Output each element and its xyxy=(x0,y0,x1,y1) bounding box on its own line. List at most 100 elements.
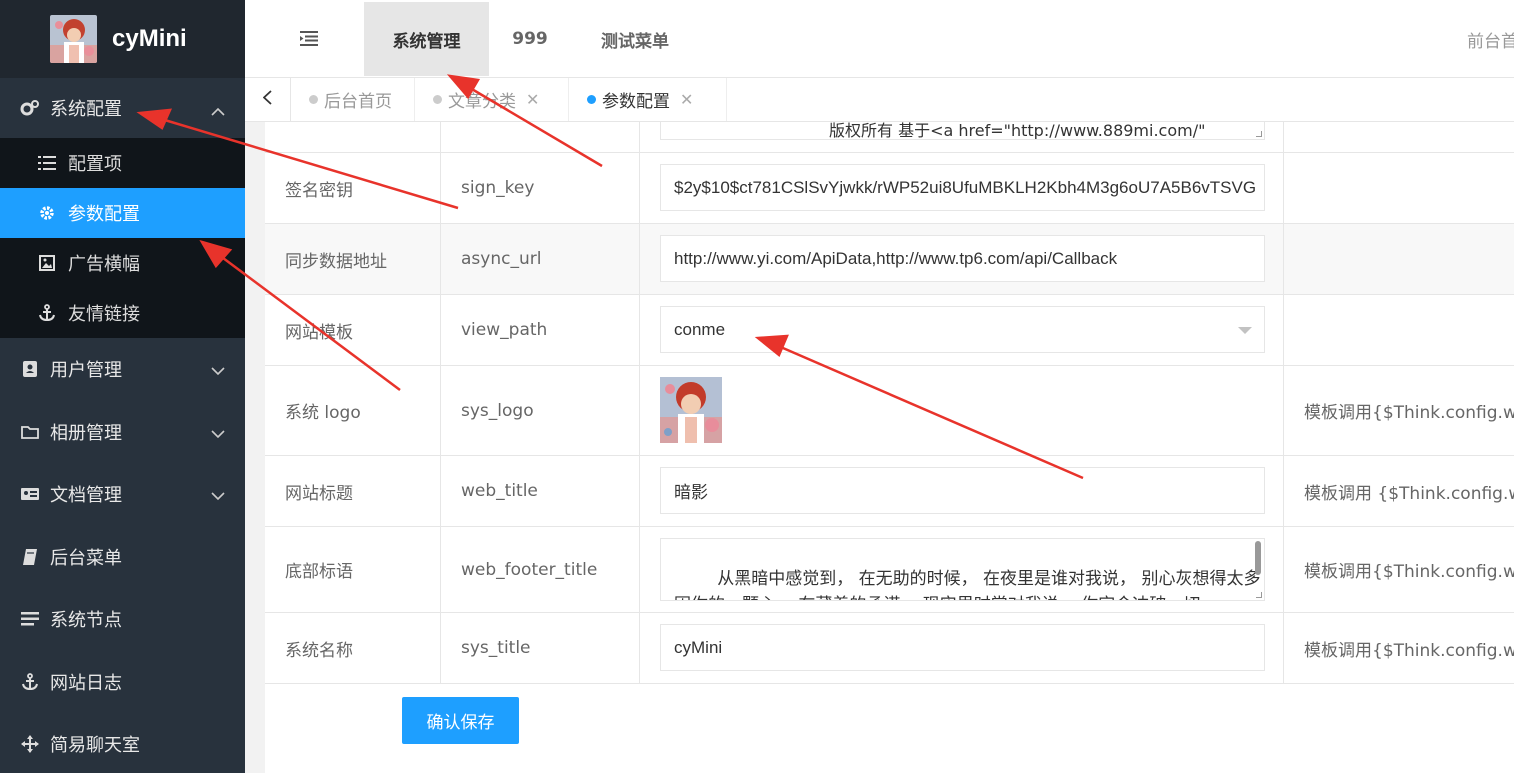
dropdown-caret-icon xyxy=(1238,327,1252,334)
gear-icon xyxy=(38,204,56,222)
sign-key-input[interactable]: $2y$10$ct781CSlSvYjwkk/rWP52ui8UfuMBKLH2… xyxy=(660,164,1265,211)
copyright-text: 版权所有 基于<a href="http://www.889mi.com/" xyxy=(829,122,1206,140)
table-row: 系统 logo sys_logo 模板调用{$Think.config.web xyxy=(265,366,1514,456)
tab-dot-icon xyxy=(587,95,596,104)
sidebar-item-label: 配置项 xyxy=(68,154,122,175)
sys-logo-image[interactable] xyxy=(660,377,722,443)
sidebar-item-label: 广告横幅 xyxy=(68,254,140,275)
page-tab-label: 文章分类 xyxy=(448,92,516,112)
config-key: sys_title xyxy=(441,613,640,683)
sidebar: cyMini 系统配置 配置项 参数配置 广告横幅 友情链接 用户管理 相册管理… xyxy=(0,0,245,773)
close-icon[interactable]: ✕ xyxy=(680,90,693,109)
sidebar-group-label: 网站日志 xyxy=(50,672,122,694)
async-url-input[interactable]: http://www.yi.com/ApiData,http://www.tp6… xyxy=(660,235,1265,282)
brand-logo-image xyxy=(50,15,97,63)
config-key: web_title xyxy=(441,456,640,526)
page-tab-home[interactable]: 后台首页 xyxy=(291,78,415,121)
config-key: view_path xyxy=(441,295,640,365)
anchor-icon xyxy=(20,672,40,692)
table-row: 底部标语 web_footer_title 从黑暗中感觉到， 在无助的时候， 在… xyxy=(265,527,1514,613)
config-name: 底部标语 xyxy=(265,527,441,612)
sidebar-group-label: 后台菜单 xyxy=(50,547,122,569)
list-icon xyxy=(20,609,40,629)
brand-name: cyMini xyxy=(112,25,187,52)
sidebar-submenu: 配置项 参数配置 广告横幅 友情链接 xyxy=(0,138,245,338)
frontend-home-link[interactable]: 前台首 xyxy=(1467,27,1514,52)
config-name: 同步数据地址 xyxy=(265,224,441,294)
config-name: 系统名称 xyxy=(265,613,441,683)
sidebar-item-ad-banner[interactable]: 广告横幅 xyxy=(0,238,245,288)
config-name: 网站模板 xyxy=(265,295,441,365)
config-note: 模板调用{$Think.config.web xyxy=(1304,640,1514,661)
config-note: 模板调用 {$Think.config.we xyxy=(1304,483,1514,504)
menu-toggle-icon[interactable] xyxy=(300,30,318,46)
table-row: 版权所有 基于<a href="http://www.889mi.com/" xyxy=(265,122,1514,153)
address-book-icon xyxy=(20,359,40,379)
gears-icon xyxy=(20,98,40,118)
anchor-icon xyxy=(38,304,56,322)
chevron-left-icon xyxy=(262,90,272,109)
sidebar-group-admin-menu[interactable]: 后台菜单 xyxy=(0,526,245,589)
sidebar-group-label: 文档管理 xyxy=(50,485,122,507)
sidebar-group-label: 系统节点 xyxy=(50,610,122,632)
view-path-selected: conme xyxy=(674,319,726,339)
resize-handle[interactable] xyxy=(1256,131,1262,137)
tab-dot-icon xyxy=(433,95,442,104)
sidebar-group-label: 系统配置 xyxy=(50,99,122,120)
header-tab-test-menu[interactable]: 测试菜单 xyxy=(580,2,690,76)
sidebar-group-doc-management[interactable]: 文档管理 xyxy=(0,463,245,526)
config-name: 系统 logo xyxy=(265,366,441,455)
resize-handle[interactable] xyxy=(1256,592,1262,598)
page-tab-param-config[interactable]: 参数配置 ✕ xyxy=(569,78,727,121)
move-icon xyxy=(20,734,40,754)
tab-dot-icon xyxy=(309,95,318,104)
table-row: 网站标题 web_title 暗影 模板调用 {$Think.config.we xyxy=(265,456,1514,527)
sidebar-group-system-config[interactable]: 系统配置 xyxy=(0,78,245,138)
book-icon xyxy=(20,547,40,567)
table-row: 同步数据地址 async_url http://www.yi.com/ApiDa… xyxy=(265,224,1514,295)
textarea-scrollbar[interactable] xyxy=(1255,541,1261,575)
table-row: 签名密钥 sign_key $2y$10$ct781CSlSvYjwkk/rWP… xyxy=(265,153,1514,224)
page-tab-article-category[interactable]: 文章分类 ✕ xyxy=(415,78,569,121)
sidebar-group-album-management[interactable]: 相册管理 xyxy=(0,401,245,464)
chevron-down-icon xyxy=(211,360,225,381)
header-tab-system-management[interactable]: 系统管理 xyxy=(364,2,489,76)
sidebar-group-label: 用户管理 xyxy=(50,360,122,382)
config-name: 签名密钥 xyxy=(265,153,441,223)
web-title-input[interactable]: 暗影 xyxy=(660,467,1265,514)
sidebar-group-system-nodes[interactable]: 系统节点 xyxy=(0,588,245,651)
footer-title-textarea[interactable]: 从黑暗中感觉到， 在无助的时候， 在夜里是谁对我说， 别心灰想得太多 全 因你的… xyxy=(660,538,1265,601)
config-note xyxy=(1284,295,1514,365)
config-table: 版权所有 基于<a href="http://www.889mi.com/" 签… xyxy=(265,122,1514,773)
sys-title-input[interactable]: cyMini xyxy=(660,624,1265,671)
sidebar-group-user-management[interactable]: 用户管理 xyxy=(0,338,245,401)
sidebar-group-chat-room[interactable]: 简易聊天室 xyxy=(0,713,245,773)
table-row: 网站模板 view_path conme xyxy=(265,295,1514,366)
brand[interactable]: cyMini xyxy=(0,0,245,78)
folder-icon xyxy=(20,422,40,442)
sidebar-group-label: 简易聊天室 xyxy=(50,735,140,757)
config-key: sys_logo xyxy=(441,366,640,455)
view-path-select[interactable]: conme xyxy=(660,306,1265,353)
chevron-up-icon xyxy=(211,100,225,121)
config-name: 网站标题 xyxy=(265,456,441,526)
save-button[interactable]: 确认保存 xyxy=(402,697,519,744)
close-icon[interactable]: ✕ xyxy=(526,90,539,109)
chevron-down-icon xyxy=(211,423,225,444)
sidebar-group-site-log[interactable]: 网站日志 xyxy=(0,651,245,714)
config-note xyxy=(1284,224,1514,294)
image-icon xyxy=(38,254,56,272)
config-key: web_footer_title xyxy=(441,527,640,612)
header-tab-999[interactable]: 999 xyxy=(495,2,565,76)
footer-title-text: 从黑暗中感觉到， 在无助的时候， 在夜里是谁对我说， 别心灰想得太多 全 因你的… xyxy=(674,569,1261,600)
sidebar-item-friend-links[interactable]: 友情链接 xyxy=(0,288,245,338)
sidebar-group-label: 相册管理 xyxy=(50,422,122,444)
chevron-down-icon xyxy=(211,485,225,506)
config-note: 模板调用{$Think.config.web xyxy=(1304,562,1514,582)
sidebar-item-param-config[interactable]: 参数配置 xyxy=(0,188,245,238)
copyright-textarea[interactable]: 版权所有 基于<a href="http://www.889mi.com/" xyxy=(660,122,1265,140)
page-tab-label: 参数配置 xyxy=(602,92,670,112)
page-tab-label: 后台首页 xyxy=(324,92,392,112)
sidebar-item-config-items[interactable]: 配置项 xyxy=(0,138,245,188)
tabs-prev-button[interactable] xyxy=(245,78,291,121)
